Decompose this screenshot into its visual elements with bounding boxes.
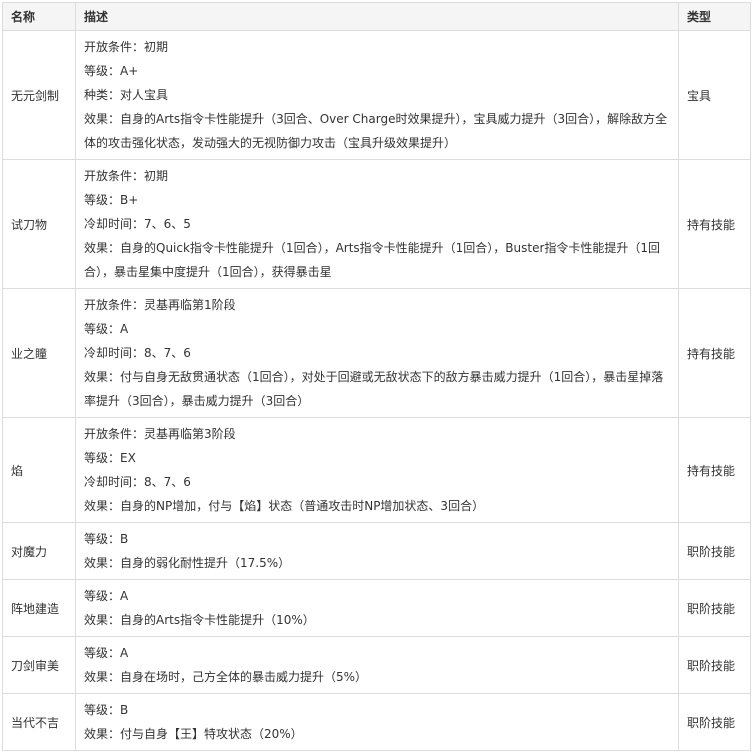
- row-desc: 等级：B 效果：付与自身【王】特攻状态（20%）: [75, 693, 679, 751]
- table-row: 对魔力 等级：B 效果：自身的弱化耐性提升（17.5%） 职阶技能: [2, 522, 751, 580]
- desc-line: 效果：自身的NP增加，付与【焰】状态（普通攻击时NP增加状态、3回合）: [84, 499, 485, 513]
- row-desc: 开放条件：初期 等级：B+ 冷却时间：7、6、5 效果：自身的Quick指令卡性…: [75, 159, 679, 289]
- row-type: 宝具: [678, 30, 751, 160]
- desc-line: 等级：B: [84, 532, 129, 546]
- desc-line: 等级：A: [84, 646, 129, 660]
- table-row: 无元剑制 开放条件：初期 等级：A+ 种类：对人宝具 效果：自身的Arts指令卡…: [2, 30, 751, 160]
- row-type: 持有技能: [678, 417, 751, 523]
- row-name: 刀剑审美: [2, 636, 76, 694]
- header-desc: 描述: [75, 2, 679, 31]
- desc-line: 等级：B: [84, 703, 129, 717]
- row-name: 对魔力: [2, 522, 76, 580]
- desc-line: 效果：自身的Arts指令卡性能提升（10%）: [84, 613, 315, 627]
- table-row: 业之瞳 开放条件：灵基再临第1阶段 等级：A 冷却时间：8、7、6 效果：付与自…: [2, 288, 751, 418]
- desc-line: 效果：自身的Quick指令卡性能提升（1回合），Arts指令卡性能提升（1回合）…: [84, 241, 661, 279]
- table-row: 试刀物 开放条件：初期 等级：B+ 冷却时间：7、6、5 效果：自身的Quick…: [2, 159, 751, 289]
- desc-line: 冷却时间：8、7、6: [84, 475, 191, 489]
- table-row: 阵地建造 等级：A 效果：自身的Arts指令卡性能提升（10%） 职阶技能: [2, 579, 751, 637]
- desc-line: 开放条件：初期: [84, 40, 169, 54]
- table-row: 当代不吉 等级：B 效果：付与自身【王】特攻状态（20%） 职阶技能: [2, 693, 751, 751]
- row-type: 职阶技能: [678, 522, 751, 580]
- desc-line: 等级：A: [84, 589, 129, 603]
- row-desc: 开放条件：初期 等级：A+ 种类：对人宝具 效果：自身的Arts指令卡性能提升（…: [75, 30, 679, 160]
- desc-line: 冷却时间：8、7、6: [84, 346, 191, 360]
- table-row: 刀剑审美 等级：A 效果：自身在场时，己方全体的暴击威力提升（5%） 职阶技能: [2, 636, 751, 694]
- row-type: 职阶技能: [678, 636, 751, 694]
- row-desc: 等级：A 效果：自身在场时，己方全体的暴击威力提升（5%）: [75, 636, 679, 694]
- desc-line: 效果：自身的Arts指令卡性能提升（3回合、Over Charge时效果提升），…: [84, 112, 668, 150]
- desc-line: 冷却时间：7、6、5: [84, 217, 191, 231]
- desc-line: 效果：付与自身无敌贯通状态（1回合），对处于回避或无敌状态下的敌方暴击威力提升（…: [84, 370, 664, 408]
- desc-line: 开放条件：灵基再临第3阶段: [84, 427, 236, 441]
- desc-line: 开放条件：初期: [84, 169, 169, 183]
- desc-line: 效果：自身在场时，己方全体的暴击威力提升（5%）: [84, 670, 368, 684]
- row-name: 无元剑制: [2, 30, 76, 160]
- row-type: 持有技能: [678, 288, 751, 418]
- row-desc: 等级：A 效果：自身的Arts指令卡性能提升（10%）: [75, 579, 679, 637]
- row-name: 试刀物: [2, 159, 76, 289]
- skills-table: 名称 描述 类型 无元剑制 开放条件：初期 等级：A+ 种类：对人宝具 效果：自…: [2, 2, 751, 751]
- desc-line: 种类：对人宝具: [84, 88, 169, 102]
- row-desc: 等级：B 效果：自身的弱化耐性提升（17.5%）: [75, 522, 679, 580]
- table-row: 焰 开放条件：灵基再临第3阶段 等级：EX 冷却时间：8、7、6 效果：自身的N…: [2, 417, 751, 523]
- desc-line: 等级：A: [84, 322, 129, 336]
- desc-line: 效果：自身的弱化耐性提升（17.5%）: [84, 556, 291, 570]
- row-desc: 开放条件：灵基再临第1阶段 等级：A 冷却时间：8、7、6 效果：付与自身无敌贯…: [75, 288, 679, 418]
- row-name: 焰: [2, 417, 76, 523]
- row-name: 业之瞳: [2, 288, 76, 418]
- desc-line: 开放条件：灵基再临第1阶段: [84, 298, 236, 312]
- header-type: 类型: [678, 2, 751, 31]
- desc-line: 效果：付与自身【王】特攻状态（20%）: [84, 727, 303, 741]
- desc-line: 等级：A+: [84, 64, 139, 78]
- header-name: 名称: [2, 2, 76, 31]
- row-type: 持有技能: [678, 159, 751, 289]
- row-name: 当代不吉: [2, 693, 76, 751]
- desc-line: 等级：B+: [84, 193, 139, 207]
- desc-line: 等级：EX: [84, 451, 136, 465]
- row-desc: 开放条件：灵基再临第3阶段 等级：EX 冷却时间：8、7、6 效果：自身的NP增…: [75, 417, 679, 523]
- row-type: 职阶技能: [678, 579, 751, 637]
- header-row: 名称 描述 类型: [2, 2, 751, 31]
- row-type: 职阶技能: [678, 693, 751, 751]
- row-name: 阵地建造: [2, 579, 76, 637]
